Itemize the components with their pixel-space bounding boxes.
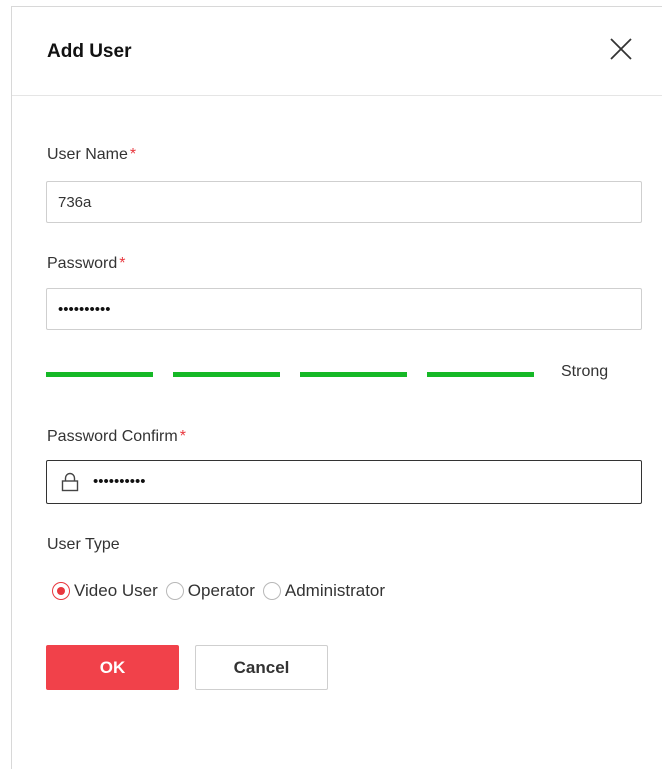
radio-checked-icon [52,582,70,600]
user-name-label: User Name * [47,146,136,164]
required-mark: * [119,255,126,272]
radio-label: Administrator [284,581,386,600]
ok-button[interactable]: OK [46,645,179,690]
user-name-input[interactable] [46,181,642,223]
close-icon[interactable] [608,36,634,62]
lock-icon [61,472,79,492]
user-type-radio-group: Video User Operator Administrator [52,579,387,603]
required-mark: * [179,428,186,445]
strength-segment-1 [46,372,153,377]
user-type-label: User Type [47,536,120,553]
radio-unchecked-icon [262,582,281,600]
strength-text: Strong [561,363,609,380]
dialog-header: Add User [12,7,662,96]
add-user-dialog: Add User User Name* Password* ••••••••••… [11,6,662,769]
strength-segment-4 [427,372,534,377]
password-label: Password * [47,255,125,273]
password-confirm-label-text: Password Confirm [47,428,178,445]
radio-label: Video User [74,581,158,600]
user-name-label-text: User Name [47,146,128,163]
required-mark: * [129,146,137,163]
strength-segment-3 [300,372,407,377]
radio-label: Operator [187,581,255,600]
password-value: •••••••••• [58,300,111,318]
password-confirm-input[interactable]: •••••••••• [46,460,642,504]
radio-unchecked-icon [165,582,184,600]
password-confirm-label: Password Confirm * [47,428,186,446]
password-input[interactable]: •••••••••• [46,288,642,330]
radio-video-user[interactable]: Video User [52,581,158,601]
radio-administrator[interactable]: Administrator [262,581,386,601]
radio-operator[interactable]: Operator [165,581,255,601]
cancel-button[interactable]: Cancel [195,645,328,690]
password-confirm-value: •••••••••• [93,473,146,490]
password-label-text: Password [47,255,118,272]
strength-segment-2 [173,372,280,377]
dialog-title: Add User [47,41,132,62]
